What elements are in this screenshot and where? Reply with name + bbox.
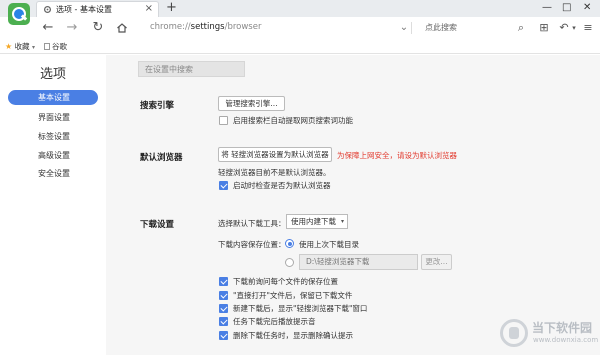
sidebar-title: 选项	[40, 67, 67, 82]
default-browser-warning: 为保障上网安全，请设为默认浏览器	[337, 151, 457, 160]
gear-icon	[43, 5, 52, 14]
back-icon[interactable]: ←	[40, 20, 56, 36]
bookmark-google[interactable]: 谷歌	[44, 41, 67, 52]
download-option-label: 新建下载后，显示"轻搜浏览器下载"窗口	[233, 304, 368, 313]
maximize-button[interactable]: □	[562, 2, 571, 13]
settings-content: 在设置中搜索 搜索引擎 管理搜索引擎... 启用搜索栏自动提取网页搜索词功能 默…	[106, 55, 600, 355]
tab-close-icon[interactable]: ×	[145, 3, 153, 14]
home-icon[interactable]	[114, 20, 130, 36]
watermark-url: www.downxia.com	[533, 336, 599, 344]
address-bar[interactable]: chrome://settings/browser	[142, 20, 412, 36]
download-option-checkbox[interactable]	[219, 291, 228, 300]
sidebar-item-interface[interactable]: 界面设置	[8, 110, 98, 125]
dropdown-icon[interactable]: ⌄	[396, 20, 412, 36]
default-browser-status: 轻搜浏览器目前不是默认浏览器。	[218, 168, 331, 177]
download-tool-select[interactable]: 使用内建下载 ▾	[286, 214, 348, 229]
document-icon	[44, 43, 50, 50]
chevron-down-icon: ▾	[340, 218, 344, 225]
download-option-label: 删除下载任务时，显示删除确认提示	[233, 331, 353, 340]
download-option-label: 下载前询问每个文件的保存位置	[233, 277, 338, 286]
download-option-label: 任务下载完后播放提示音	[233, 317, 316, 326]
use-last-dir-label: 使用上次下载目录	[299, 240, 359, 249]
download-option-label: "直接打开"文件后，保留已下载文件	[233, 291, 353, 300]
watermark-logo: 当下软件园 www.downxia.com	[500, 317, 598, 351]
auto-extract-label: 启用搜索栏自动提取网页搜索词功能	[233, 116, 353, 125]
download-option-checkbox[interactable]	[219, 277, 228, 286]
check-on-start-checkbox[interactable]	[219, 181, 228, 190]
section-title-default-browser: 默认浏览器	[140, 153, 183, 163]
bookmark-favorites[interactable]: ★ 收藏 ▾	[5, 41, 35, 52]
apps-grid-icon[interactable]: ⊞	[536, 20, 552, 36]
search-icon[interactable]: ⌕	[513, 20, 529, 36]
download-option-checkbox[interactable]	[219, 304, 228, 313]
download-tool-label: 选择默认下载工具：	[218, 219, 286, 228]
section-title-search-engine: 搜索引擎	[140, 101, 175, 111]
watermark-icon	[500, 319, 528, 347]
divider	[411, 22, 412, 34]
tab-title: 选项 - 基本设置	[56, 5, 112, 14]
menu-icon[interactable]: ≡	[580, 20, 596, 36]
chevron-down-icon: ▾	[31, 44, 35, 51]
navigation-bar: ← → ↻ chrome://settings/browser ⌄ 点此搜索 ⌕…	[0, 17, 600, 40]
use-last-dir-radio[interactable]	[285, 239, 294, 248]
sidebar-item-basic[interactable]: 基本设置	[8, 90, 98, 105]
watermark-name: 当下软件园	[532, 321, 593, 335]
sidebar-item-advanced[interactable]: 高级设置	[8, 148, 98, 163]
settings-search-input[interactable]: 在设置中搜索	[138, 61, 245, 77]
download-path-field[interactable]: D:\轻搜浏览器下载	[299, 254, 418, 270]
check-on-start-label: 启动时检查是否为默认浏览器	[233, 181, 331, 190]
settings-sidebar: 选项 基本设置 界面设置 标签设置 高级设置 安全设置	[0, 55, 106, 355]
url-text: chrome://settings/browser	[150, 22, 262, 32]
download-option-checkbox[interactable]	[219, 331, 228, 340]
title-bar: 选项 - 基本设置 × + — □ ✕	[0, 0, 600, 17]
set-default-browser-button[interactable]: 将 轻搜浏览器设置为默认浏览器	[218, 147, 332, 162]
auto-extract-checkbox[interactable]	[219, 116, 228, 125]
manage-search-engines-button[interactable]: 管理搜索引擎...	[218, 96, 285, 111]
download-option-checkbox[interactable]	[219, 317, 228, 326]
bookmarks-bar: ★ 收藏 ▾ 谷歌	[0, 40, 600, 54]
new-tab-button[interactable]: +	[166, 0, 177, 15]
browser-logo-icon	[8, 3, 30, 25]
star-icon: ★	[5, 42, 13, 51]
close-window-button[interactable]: ✕	[583, 2, 591, 13]
minimize-button[interactable]: —	[542, 2, 552, 13]
section-title-download: 下载设置	[140, 220, 175, 230]
custom-dir-radio[interactable]	[285, 258, 294, 267]
download-location-label: 下载内容保存位置：	[218, 240, 286, 249]
tab-settings[interactable]: 选项 - 基本设置 ×	[36, 1, 159, 17]
forward-icon[interactable]: →	[64, 20, 80, 36]
change-path-button[interactable]: 更改...	[421, 254, 452, 270]
search-placeholder: 点此搜索	[425, 23, 457, 32]
sidebar-item-tabs[interactable]: 标签设置	[8, 129, 98, 144]
reload-icon[interactable]: ↻	[90, 20, 106, 36]
sidebar-item-security[interactable]: 安全设置	[8, 166, 98, 181]
